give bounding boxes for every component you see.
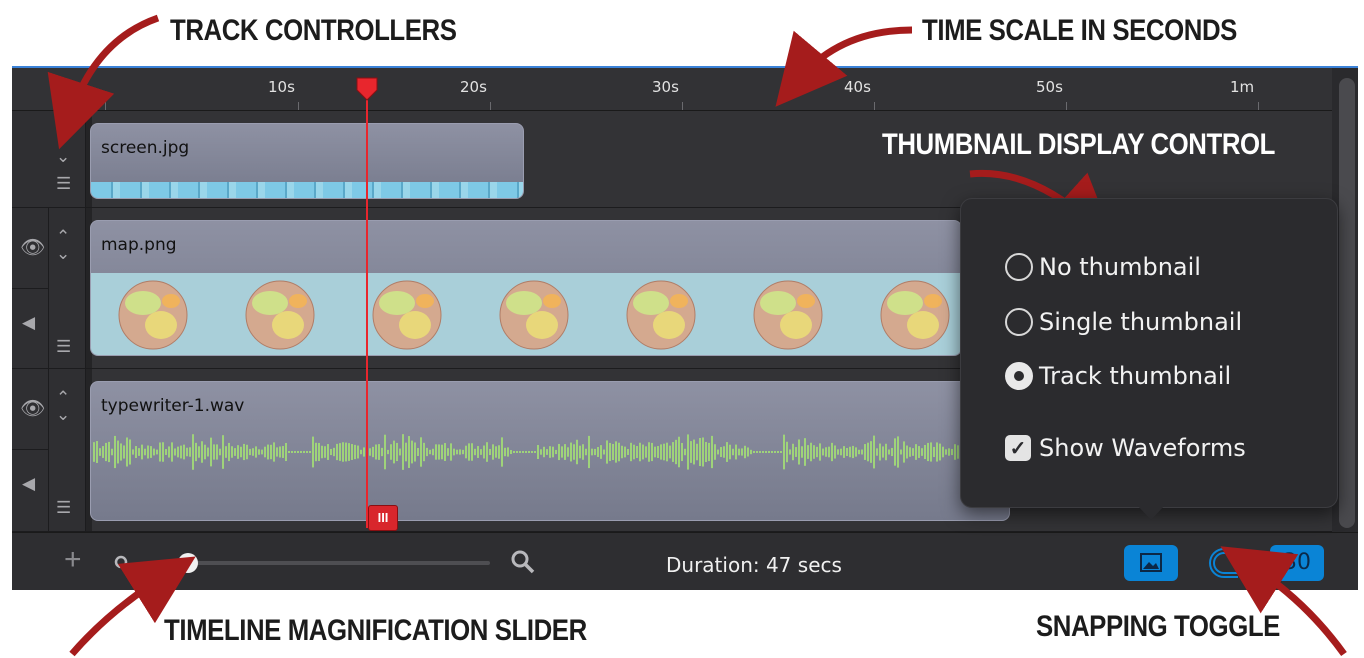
- clip-thumbnail-strip: [91, 182, 523, 198]
- fps-badge[interactable]: 30: [1270, 545, 1324, 581]
- plus-icon[interactable]: +: [64, 545, 82, 575]
- bottom-toolbar: + Duration: 47 secs 30: [12, 532, 1358, 590]
- option-label: Show Waveforms: [1039, 434, 1246, 462]
- ruler-label-20s: 20s: [460, 78, 487, 96]
- radio-track-thumbnail[interactable]: [1005, 362, 1033, 390]
- magnifier-small-icon[interactable]: [114, 555, 132, 573]
- callout-snapping: SNAPPING TOGGLE: [1036, 610, 1280, 643]
- magnifier-large-icon[interactable]: [510, 549, 536, 575]
- ruler-label-30s: 30s: [652, 78, 679, 96]
- updown-chevron-icon[interactable]: ⌃ ⌄: [56, 131, 70, 165]
- track-controller: 👁 ⌃ ⌄ ◀ ☰: [12, 369, 86, 531]
- ruler-label-40s: 40s: [844, 78, 871, 96]
- option-label: Track thumbnail: [1039, 362, 1232, 390]
- callout-track-controllers: TRACK CONTROLLERS: [170, 14, 457, 47]
- radio-single-thumbnail[interactable]: [1005, 308, 1033, 336]
- clip-name: screen.jpg: [101, 138, 190, 158]
- thumbnail-display-button[interactable]: [1124, 545, 1178, 581]
- callout-magnification: TIMELINE MAGNIFICATION SLIDER: [164, 614, 587, 647]
- option-show-waveforms[interactable]: ✓ Show Waveforms: [1005, 431, 1246, 465]
- popover-tail: [1136, 504, 1166, 520]
- track-controller: 👁 ⌃ ⌄ ◀ ☰: [12, 208, 86, 368]
- ruler-label-50s: 50s: [1036, 78, 1063, 96]
- updown-chevron-icon[interactable]: ⌃ ⌄: [56, 228, 70, 262]
- clip-map[interactable]: map.png: [90, 220, 962, 356]
- audio-waveform: [93, 434, 1009, 470]
- callout-time-scale: TIME SCALE IN SECONDS: [922, 14, 1237, 47]
- menu-icon[interactable]: ☰: [56, 175, 71, 192]
- option-no-thumbnail[interactable]: No thumbnail: [1005, 250, 1201, 284]
- duration-label: Duration: 47 secs: [666, 553, 842, 577]
- callout-thumbnail-display: THUMBNAIL DISPLAY CONTROL: [882, 128, 1275, 161]
- option-label: No thumbnail: [1039, 253, 1201, 281]
- ruler-label-10s: 10s: [268, 78, 295, 96]
- option-track-thumbnail[interactable]: Track thumbnail: [1005, 359, 1231, 393]
- eye-icon[interactable]: 👁: [20, 238, 45, 258]
- clip-name: map.png: [101, 235, 177, 255]
- menu-icon[interactable]: ☰: [56, 338, 71, 355]
- option-label: Single thumbnail: [1039, 308, 1243, 336]
- clip-thumbnail-strip: [91, 273, 961, 355]
- time-ruler[interactable]: 10s 20s 30s 40s 50s 1m: [12, 68, 1332, 111]
- checkbox-show-waveforms[interactable]: ✓: [1005, 435, 1031, 461]
- zoom-slider-track[interactable]: [156, 561, 490, 565]
- image-icon: [1140, 553, 1162, 572]
- radio-no-thumbnail[interactable]: [1005, 253, 1033, 281]
- playhead-grip[interactable]: III: [368, 505, 398, 531]
- clip-typewriter[interactable]: typewriter-1.wav: [90, 381, 1010, 521]
- track-controller: ⌃ ⌄ ☰: [12, 111, 86, 207]
- updown-chevron-icon[interactable]: ⌃ ⌄: [56, 389, 70, 423]
- eye-icon[interactable]: 👁: [20, 399, 45, 419]
- zoom-slider-knob[interactable]: [178, 553, 198, 573]
- thumbnail-display-popover: No thumbnail Single thumbnail Track thum…: [960, 198, 1338, 508]
- ruler-label-1m: 1m: [1230, 78, 1255, 96]
- playhead-line: [366, 88, 368, 528]
- menu-icon[interactable]: ☰: [56, 499, 71, 516]
- clip-screen[interactable]: screen.jpg: [90, 123, 524, 199]
- speaker-icon[interactable]: ◀: [22, 314, 35, 331]
- speaker-icon[interactable]: ◀: [22, 475, 35, 492]
- vertical-scrollbar[interactable]: [1339, 78, 1355, 528]
- magnet-icon[interactable]: [1204, 543, 1244, 583]
- option-single-thumbnail[interactable]: Single thumbnail: [1005, 305, 1242, 339]
- clip-name: typewriter-1.wav: [101, 396, 245, 416]
- playhead-handle[interactable]: [355, 76, 379, 102]
